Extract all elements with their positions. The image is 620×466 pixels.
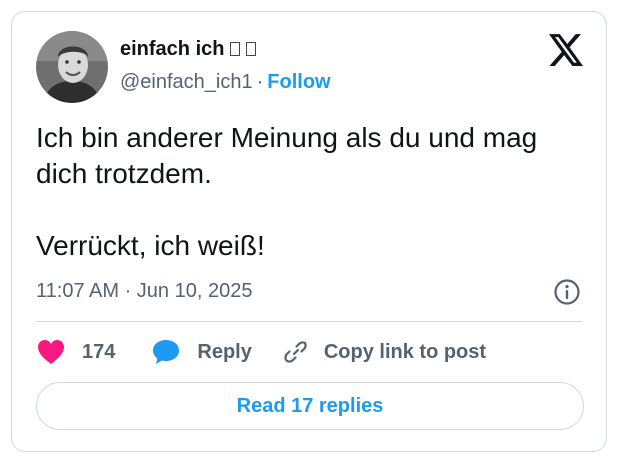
x-logo-icon[interactable] [549,34,583,66]
author-handle-row: @einfach_ich1 · Follow [120,71,331,94]
reply-button[interactable]: Reply [151,338,252,366]
action-bar: 174 Reply Copy link to post [36,336,486,368]
emoji-placeholder-icon [246,42,257,56]
read-replies-label: Read 17 replies [236,394,384,417]
like-button[interactable]: 174 [36,338,115,366]
author-handle[interactable]: @einfach_ich1 [120,71,253,93]
link-icon [282,338,310,366]
read-replies-button[interactable]: Read 17 replies [36,382,584,430]
follow-link[interactable]: Follow [267,71,330,93]
author-name-text: einfach ich [120,38,225,60]
avatar-image [36,31,108,103]
separator-dot: · [256,71,264,93]
copy-link-label: Copy link to post [323,340,487,363]
avatar[interactable] [36,31,108,103]
reply-label: Reply [197,340,252,363]
tweet-line-2: Verrückt, ich weiß! [36,230,265,261]
speech-bubble-icon [151,338,181,366]
tweet-timestamp[interactable]: 11:07 AM · Jun 10, 2025 [36,280,252,303]
info-icon[interactable] [553,278,581,306]
copy-link-button[interactable]: Copy link to post [282,338,486,366]
author-name[interactable]: einfach ich [120,38,257,61]
like-count: 174 [82,340,116,363]
emoji-placeholder-icon [230,42,241,56]
tweet-text: Ich bin anderer Meinung als du und mag d… [36,120,586,264]
heart-icon [36,338,66,366]
divider [36,321,582,322]
tweet-line-1: Ich bin anderer Meinung als du und mag d… [36,122,538,189]
tweet-card: einfach ich @einfach_ich1 · Follow Ich bin… [11,11,607,452]
